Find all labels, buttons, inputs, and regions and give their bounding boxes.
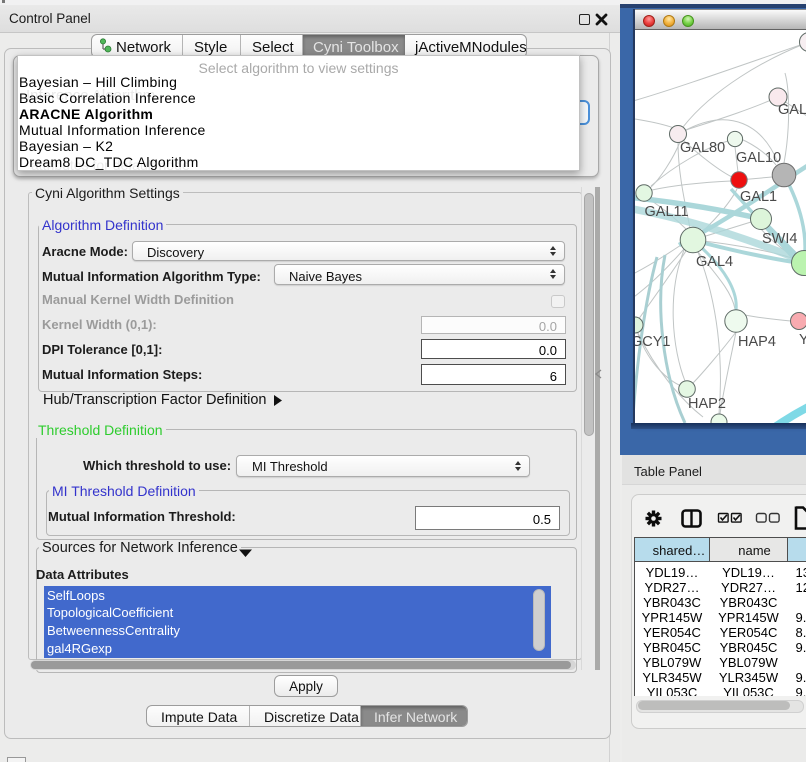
svg-text:SWI4: SWI4 <box>762 231 797 247</box>
svg-text:GAL1: GAL1 <box>740 189 777 205</box>
svg-text:GAL11: GAL11 <box>645 204 689 220</box>
svg-text:GCY1: GCY1 <box>635 334 671 350</box>
svg-text:GAL4: GAL4 <box>696 254 733 270</box>
svg-text:HAP4: HAP4 <box>738 334 776 350</box>
svg-text:GAL10: GAL10 <box>736 150 781 166</box>
svg-text:YM: YM <box>799 332 806 348</box>
svg-text:GAL2: GAL2 <box>778 102 806 118</box>
svg-text:GAL80: GAL80 <box>680 140 725 156</box>
svg-text:HAP2: HAP2 <box>688 396 726 412</box>
